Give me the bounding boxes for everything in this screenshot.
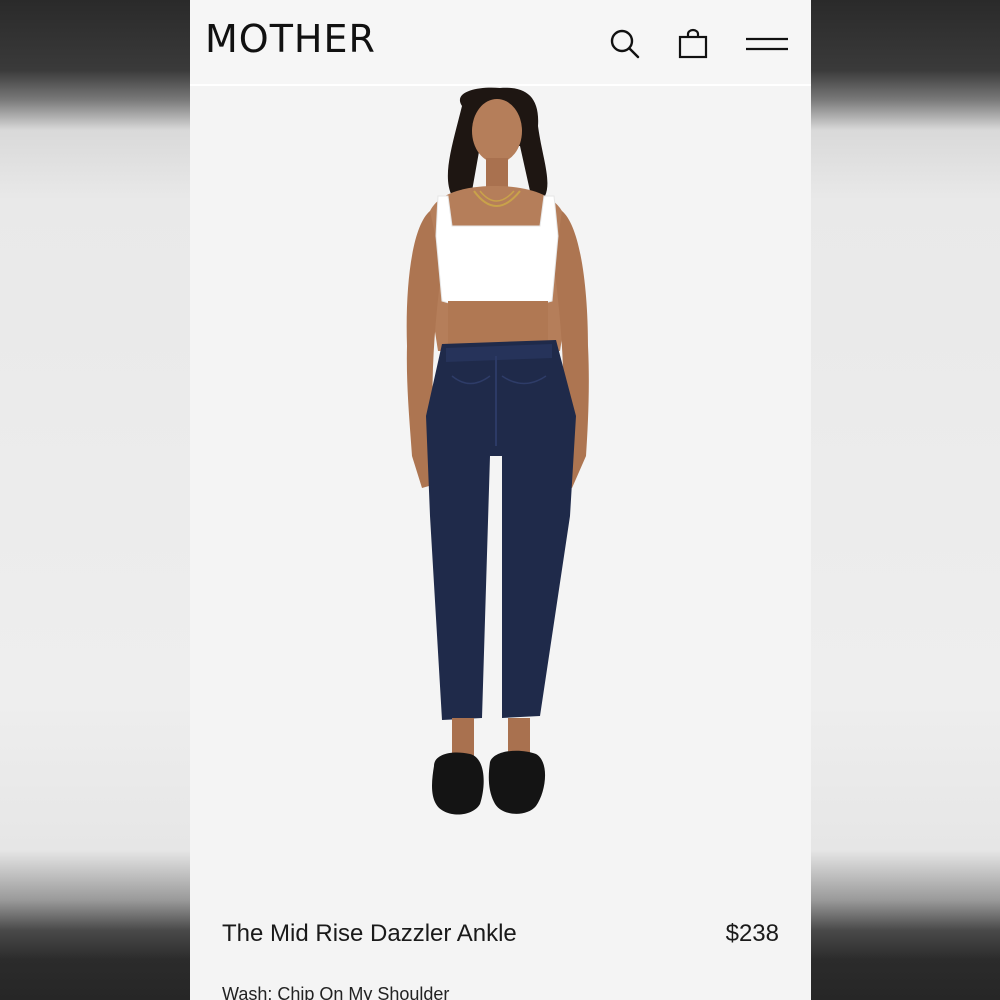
hamburger-menu-icon xyxy=(746,37,788,51)
shopping-bag-icon xyxy=(678,28,708,59)
cart-button[interactable] xyxy=(672,24,714,64)
search-icon xyxy=(610,29,640,59)
wash-label: Wash: Chip On My Shoulder xyxy=(222,984,450,1000)
product-image[interactable] xyxy=(190,86,811,886)
product-price: $238 xyxy=(725,920,779,947)
screenshot-frame: MOTHER The Mid Rise Dazzler Ankle $238 W… xyxy=(0,0,1000,1000)
brand-logo[interactable]: MOTHER xyxy=(205,20,376,58)
site-header: MOTHER xyxy=(190,0,811,86)
mobile-screen: MOTHER The Mid Rise Dazzler Ankle $238 W… xyxy=(190,0,811,1000)
product-name: The Mid Rise Dazzler Ankle xyxy=(222,920,517,947)
search-button[interactable] xyxy=(604,24,646,64)
blurred-backdrop-right xyxy=(811,0,1000,1000)
model-photo-illustration xyxy=(406,87,589,815)
product-title-row: The Mid Rise Dazzler Ankle $238 xyxy=(222,920,779,948)
blurred-backdrop-left xyxy=(0,0,190,1000)
menu-button[interactable] xyxy=(744,24,790,64)
